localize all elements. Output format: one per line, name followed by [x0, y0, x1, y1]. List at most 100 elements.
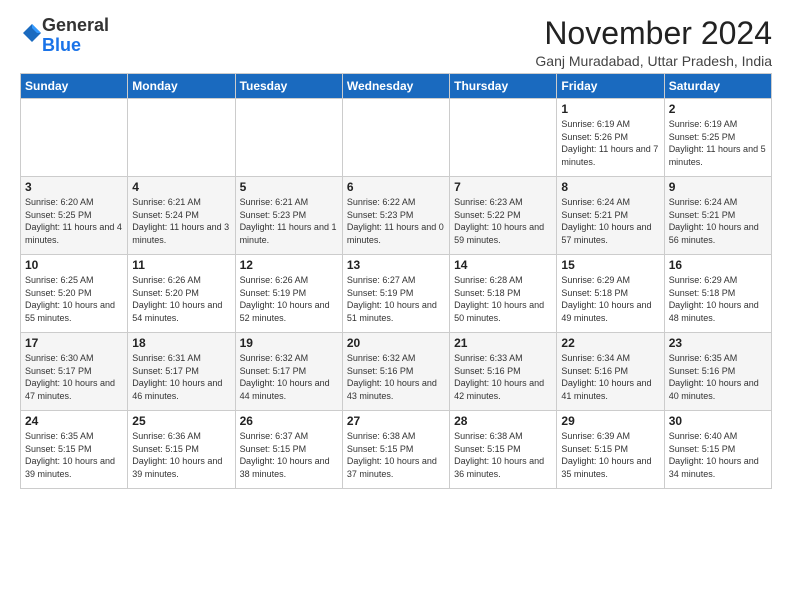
day-info: Sunrise: 6:31 AM Sunset: 5:17 PM Dayligh… — [132, 352, 230, 402]
day-number: 12 — [240, 258, 338, 272]
day-cell: 30 Sunrise: 6:40 AM Sunset: 5:15 PM Dayli… — [664, 411, 771, 489]
col-wednesday: Wednesday — [342, 74, 449, 99]
month-title: November 2024 — [535, 16, 772, 51]
day-number: 8 — [561, 180, 659, 194]
day-cell — [128, 99, 235, 177]
col-tuesday: Tuesday — [235, 74, 342, 99]
col-thursday: Thursday — [450, 74, 557, 99]
day-number: 22 — [561, 336, 659, 350]
header: General Blue November 2024 Ganj Muradaba… — [20, 16, 772, 69]
day-cell: 13 Sunrise: 6:27 AM Sunset: 5:19 PM Dayli… — [342, 255, 449, 333]
day-cell: 7 Sunrise: 6:23 AM Sunset: 5:22 PM Daylig… — [450, 177, 557, 255]
day-cell: 18 Sunrise: 6:31 AM Sunset: 5:17 PM Dayli… — [128, 333, 235, 411]
day-cell: 22 Sunrise: 6:34 AM Sunset: 5:16 PM Dayli… — [557, 333, 664, 411]
page: General Blue November 2024 Ganj Muradaba… — [0, 0, 792, 499]
day-cell: 28 Sunrise: 6:38 AM Sunset: 5:15 PM Dayli… — [450, 411, 557, 489]
logo: General Blue — [20, 16, 109, 56]
day-info: Sunrise: 6:33 AM Sunset: 5:16 PM Dayligh… — [454, 352, 552, 402]
day-number: 1 — [561, 102, 659, 116]
day-info: Sunrise: 6:35 AM Sunset: 5:15 PM Dayligh… — [25, 430, 123, 480]
day-cell: 27 Sunrise: 6:38 AM Sunset: 5:15 PM Dayli… — [342, 411, 449, 489]
day-number: 5 — [240, 180, 338, 194]
day-info: Sunrise: 6:35 AM Sunset: 5:16 PM Dayligh… — [669, 352, 767, 402]
day-cell: 12 Sunrise: 6:26 AM Sunset: 5:19 PM Dayli… — [235, 255, 342, 333]
day-number: 18 — [132, 336, 230, 350]
day-number: 25 — [132, 414, 230, 428]
week-row-1: 3Sunrise: 6:20 AM Sunset: 5:25 PM Daylig… — [21, 177, 772, 255]
location-subtitle: Ganj Muradabad, Uttar Pradesh, India — [535, 53, 772, 69]
day-info: Sunrise: 6:19 AM Sunset: 5:25 PM Dayligh… — [669, 118, 767, 168]
day-cell — [235, 99, 342, 177]
logo-blue-text: Blue — [42, 35, 81, 55]
day-number: 14 — [454, 258, 552, 272]
day-number: 13 — [347, 258, 445, 272]
day-cell: 8 Sunrise: 6:24 AM Sunset: 5:21 PM Daylig… — [557, 177, 664, 255]
day-info: Sunrise: 6:26 AM Sunset: 5:19 PM Dayligh… — [240, 274, 338, 324]
day-info: Sunrise: 6:22 AM Sunset: 5:23 PM Dayligh… — [347, 196, 445, 246]
day-number: 19 — [240, 336, 338, 350]
day-info: Sunrise: 6:39 AM Sunset: 5:15 PM Dayligh… — [561, 430, 659, 480]
day-number: 29 — [561, 414, 659, 428]
day-number: 9 — [669, 180, 767, 194]
day-number: 21 — [454, 336, 552, 350]
day-number: 28 — [454, 414, 552, 428]
day-number: 27 — [347, 414, 445, 428]
day-number: 4 — [132, 180, 230, 194]
day-cell: 14 Sunrise: 6:28 AM Sunset: 5:18 PM Dayli… — [450, 255, 557, 333]
day-cell: 9 Sunrise: 6:24 AM Sunset: 5:21 PM Daylig… — [664, 177, 771, 255]
day-cell: 3Sunrise: 6:20 AM Sunset: 5:25 PM Daylig… — [21, 177, 128, 255]
day-cell — [21, 99, 128, 177]
day-info: Sunrise: 6:32 AM Sunset: 5:16 PM Dayligh… — [347, 352, 445, 402]
logo-icon — [22, 23, 42, 43]
day-info: Sunrise: 6:29 AM Sunset: 5:18 PM Dayligh… — [561, 274, 659, 324]
day-cell: 11Sunrise: 6:26 AM Sunset: 5:20 PM Dayli… — [128, 255, 235, 333]
day-info: Sunrise: 6:40 AM Sunset: 5:15 PM Dayligh… — [669, 430, 767, 480]
day-cell: 26 Sunrise: 6:37 AM Sunset: 5:15 PM Dayli… — [235, 411, 342, 489]
day-cell: 15 Sunrise: 6:29 AM Sunset: 5:18 PM Dayli… — [557, 255, 664, 333]
day-number: 24 — [25, 414, 123, 428]
day-cell: 2 Sunrise: 6:19 AM Sunset: 5:25 PM Daylig… — [664, 99, 771, 177]
day-info: Sunrise: 6:34 AM Sunset: 5:16 PM Dayligh… — [561, 352, 659, 402]
day-cell — [342, 99, 449, 177]
day-cell: 29 Sunrise: 6:39 AM Sunset: 5:15 PM Dayli… — [557, 411, 664, 489]
day-cell — [450, 99, 557, 177]
day-number: 11 — [132, 258, 230, 272]
day-number: 3 — [25, 180, 123, 194]
day-number: 16 — [669, 258, 767, 272]
day-info: Sunrise: 6:24 AM Sunset: 5:21 PM Dayligh… — [561, 196, 659, 246]
day-info: Sunrise: 6:36 AM Sunset: 5:15 PM Dayligh… — [132, 430, 230, 480]
day-cell: 16 Sunrise: 6:29 AM Sunset: 5:18 PM Dayli… — [664, 255, 771, 333]
day-number: 6 — [347, 180, 445, 194]
day-cell: 4Sunrise: 6:21 AM Sunset: 5:24 PM Daylig… — [128, 177, 235, 255]
day-cell: 6 Sunrise: 6:22 AM Sunset: 5:23 PM Daylig… — [342, 177, 449, 255]
day-cell: 17Sunrise: 6:30 AM Sunset: 5:17 PM Dayli… — [21, 333, 128, 411]
day-number: 7 — [454, 180, 552, 194]
day-info: Sunrise: 6:38 AM Sunset: 5:15 PM Dayligh… — [454, 430, 552, 480]
day-info: Sunrise: 6:24 AM Sunset: 5:21 PM Dayligh… — [669, 196, 767, 246]
day-number: 26 — [240, 414, 338, 428]
day-info: Sunrise: 6:25 AM Sunset: 5:20 PM Dayligh… — [25, 274, 123, 324]
day-info: Sunrise: 6:27 AM Sunset: 5:19 PM Dayligh… — [347, 274, 445, 324]
day-cell: 5Sunrise: 6:21 AM Sunset: 5:23 PM Daylig… — [235, 177, 342, 255]
day-info: Sunrise: 6:23 AM Sunset: 5:22 PM Dayligh… — [454, 196, 552, 246]
day-number: 15 — [561, 258, 659, 272]
day-info: Sunrise: 6:29 AM Sunset: 5:18 PM Dayligh… — [669, 274, 767, 324]
week-row-0: 1 Sunrise: 6:19 AM Sunset: 5:26 PM Daylig… — [21, 99, 772, 177]
day-cell: 10Sunrise: 6:25 AM Sunset: 5:20 PM Dayli… — [21, 255, 128, 333]
col-friday: Friday — [557, 74, 664, 99]
day-info: Sunrise: 6:30 AM Sunset: 5:17 PM Dayligh… — [25, 352, 123, 402]
day-info: Sunrise: 6:38 AM Sunset: 5:15 PM Dayligh… — [347, 430, 445, 480]
day-cell: 20 Sunrise: 6:32 AM Sunset: 5:16 PM Dayli… — [342, 333, 449, 411]
week-row-3: 17Sunrise: 6:30 AM Sunset: 5:17 PM Dayli… — [21, 333, 772, 411]
day-info: Sunrise: 6:32 AM Sunset: 5:17 PM Dayligh… — [240, 352, 338, 402]
day-cell: 24 Sunrise: 6:35 AM Sunset: 5:15 PM Dayli… — [21, 411, 128, 489]
day-number: 30 — [669, 414, 767, 428]
day-info: Sunrise: 6:19 AM Sunset: 5:26 PM Dayligh… — [561, 118, 659, 168]
day-info: Sunrise: 6:37 AM Sunset: 5:15 PM Dayligh… — [240, 430, 338, 480]
col-sunday: Sunday — [21, 74, 128, 99]
day-number: 20 — [347, 336, 445, 350]
day-number: 2 — [669, 102, 767, 116]
day-info: Sunrise: 6:28 AM Sunset: 5:18 PM Dayligh… — [454, 274, 552, 324]
col-saturday: Saturday — [664, 74, 771, 99]
header-row: Sunday Monday Tuesday Wednesday Thursday… — [21, 74, 772, 99]
